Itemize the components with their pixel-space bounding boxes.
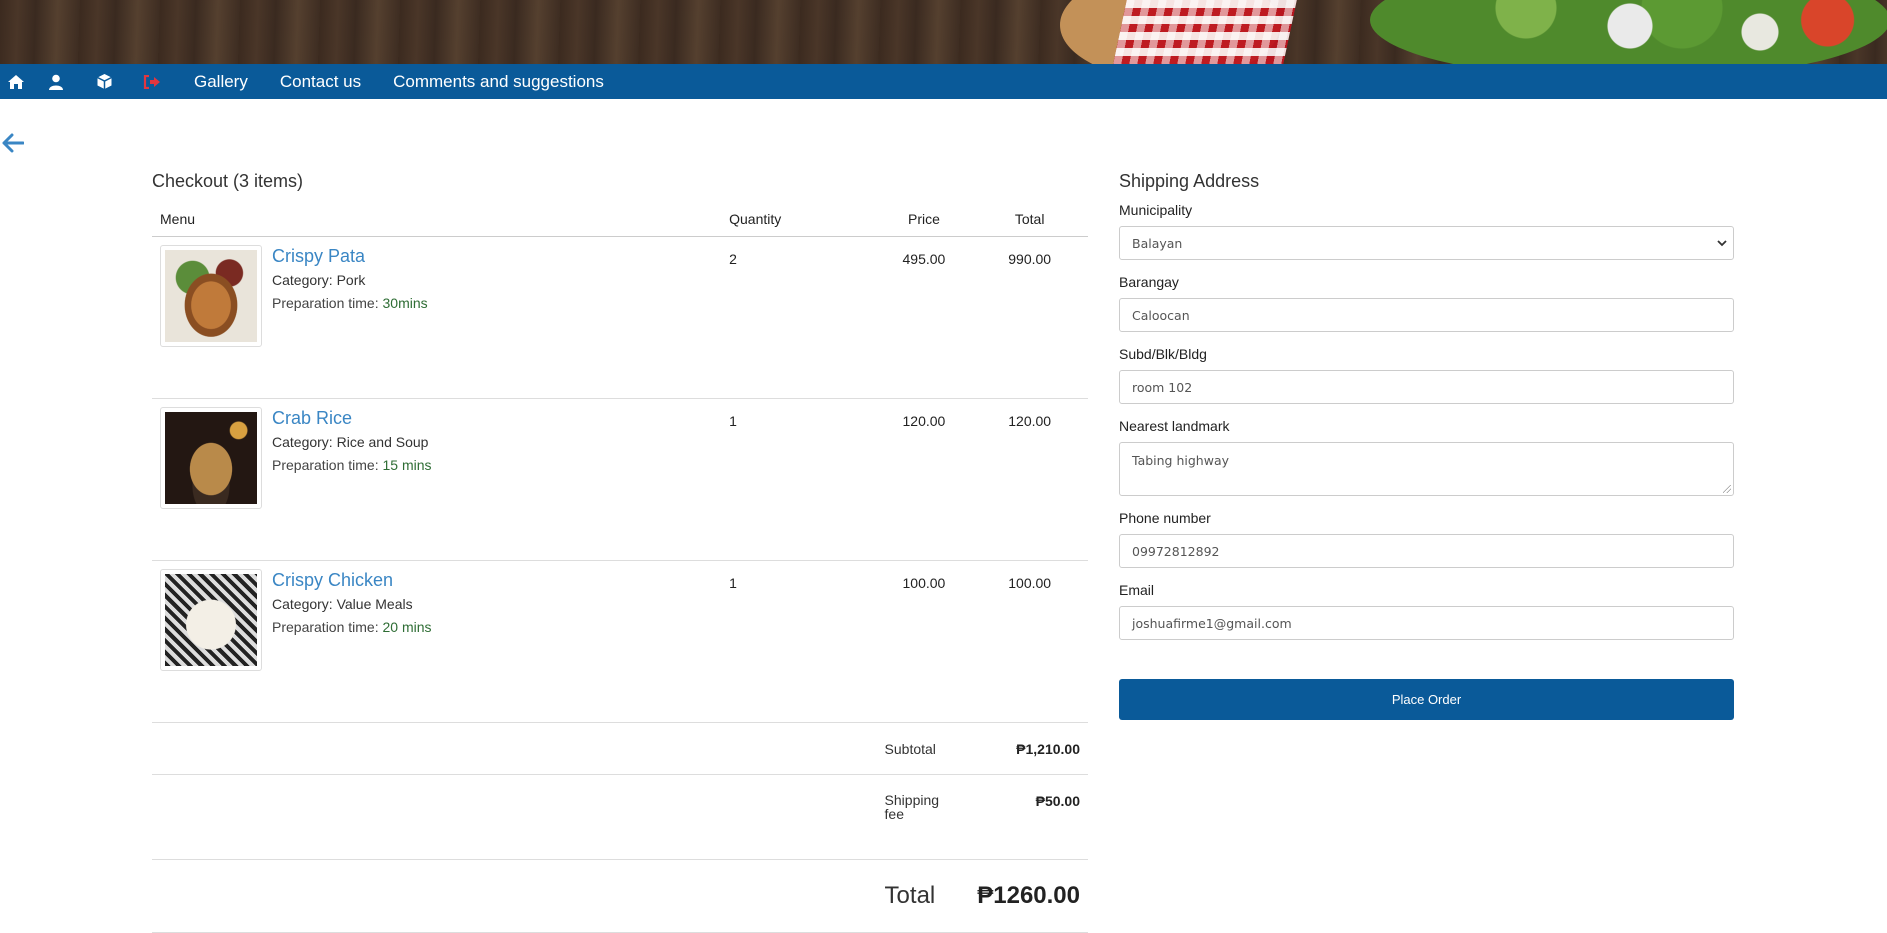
item-category: Category: Pork (272, 272, 366, 288)
resize-handle-icon[interactable] (1723, 485, 1731, 493)
item-image (160, 245, 262, 347)
nav-contact-us[interactable]: Contact us (264, 72, 377, 92)
shipping-address-form: Shipping Address Municipality Balayan Ba… (1119, 171, 1734, 720)
nav-gallery[interactable]: Gallery (176, 72, 264, 92)
sign-out-icon[interactable] (128, 64, 176, 99)
item-quantity: 1 (729, 398, 877, 561)
nav-comments-suggestions[interactable]: Comments and suggestions (377, 72, 620, 92)
item-quantity: 1 (729, 560, 877, 723)
item-name[interactable]: Crispy Chicken (272, 570, 432, 591)
col-total: Total (971, 202, 1088, 237)
shipping-fee-row: Shipping fee ₱50.00 (152, 774, 1088, 860)
cart-row: Crispy Chicken Category: Value Meals Pre… (152, 560, 1088, 723)
item-category: Category: Value Meals (272, 596, 413, 612)
item-prep-time: Preparation time: 20 mins (272, 619, 432, 635)
shipping-title: Shipping Address (1119, 171, 1260, 191)
item-total: 100.00 (971, 560, 1088, 723)
banner-cloth-pattern (1113, 0, 1297, 64)
landmark-label: Nearest landmark (1119, 418, 1230, 434)
item-price: 100.00 (876, 560, 972, 723)
total-row: Total ₱1260.00 (152, 859, 1088, 933)
top-nav: Gallery Contact us Comments and suggesti… (0, 64, 1887, 99)
header-banner (0, 0, 1887, 64)
item-name[interactable]: Crab Rice (272, 408, 432, 429)
item-image (160, 407, 262, 509)
home-icon[interactable] (0, 64, 32, 99)
municipality-label: Municipality (1119, 202, 1193, 218)
item-image (160, 569, 262, 671)
col-menu: Menu (152, 202, 730, 237)
subd-label: Subd/Blk/Bldg (1119, 346, 1207, 362)
item-total: 990.00 (971, 236, 1088, 399)
item-total: 120.00 (971, 398, 1088, 561)
place-order-button[interactable]: Place Order (1119, 679, 1734, 720)
col-price: Price (876, 202, 972, 237)
item-quantity: 2 (729, 236, 877, 399)
cart-row: Crispy Pata Category: Pork Preparation t… (152, 236, 1088, 399)
phone-input[interactable]: 09972812892 (1119, 534, 1734, 568)
chevron-down-icon (1717, 240, 1727, 247)
phone-label: Phone number (1119, 510, 1211, 526)
item-category: Category: Rice and Soup (272, 434, 429, 450)
subtotal-row: Subtotal ₱1,210.00 (152, 722, 1088, 775)
total-label: Total (876, 859, 972, 933)
item-prep-time: Preparation time: 15 mins (272, 457, 432, 473)
municipality-value: Balayan (1132, 235, 1183, 251)
cart-table: Menu Quantity Price Total Crispy Pata Ca… (152, 202, 1088, 933)
shipping-fee-label: Shipping fee (876, 774, 972, 860)
barangay-label: Barangay (1119, 274, 1179, 290)
landmark-value: Tabing highway (1132, 453, 1229, 468)
cart-row: Crab Rice Category: Rice and Soup Prepar… (152, 398, 1088, 561)
back-arrow-icon[interactable] (2, 132, 25, 154)
barangay-input[interactable]: Caloocan (1119, 298, 1734, 332)
municipality-select[interactable]: Balayan (1119, 226, 1734, 260)
subtotal-value: ₱1,210.00 (971, 722, 1088, 775)
subd-input[interactable]: room 102 (1119, 370, 1734, 404)
col-quantity: Quantity (729, 202, 877, 237)
item-name[interactable]: Crispy Pata (272, 246, 428, 267)
item-prep-time: Preparation time: 30mins (272, 295, 428, 311)
email-label: Email (1119, 582, 1155, 598)
user-icon[interactable] (32, 64, 80, 99)
item-price: 120.00 (876, 398, 972, 561)
shipping-fee-value: ₱50.00 (971, 774, 1088, 860)
item-price: 495.00 (876, 236, 972, 399)
subtotal-label: Subtotal (876, 722, 972, 775)
banner-salad-image (1370, 0, 1887, 64)
cube-icon[interactable] (80, 64, 128, 99)
checkout-title: Checkout (3 items) (152, 171, 304, 191)
email-input[interactable]: joshuafirme1@gmail.com (1119, 606, 1734, 640)
landmark-textarea[interactable]: Tabing highway (1119, 442, 1734, 496)
total-value: ₱1260.00 (971, 859, 1088, 933)
